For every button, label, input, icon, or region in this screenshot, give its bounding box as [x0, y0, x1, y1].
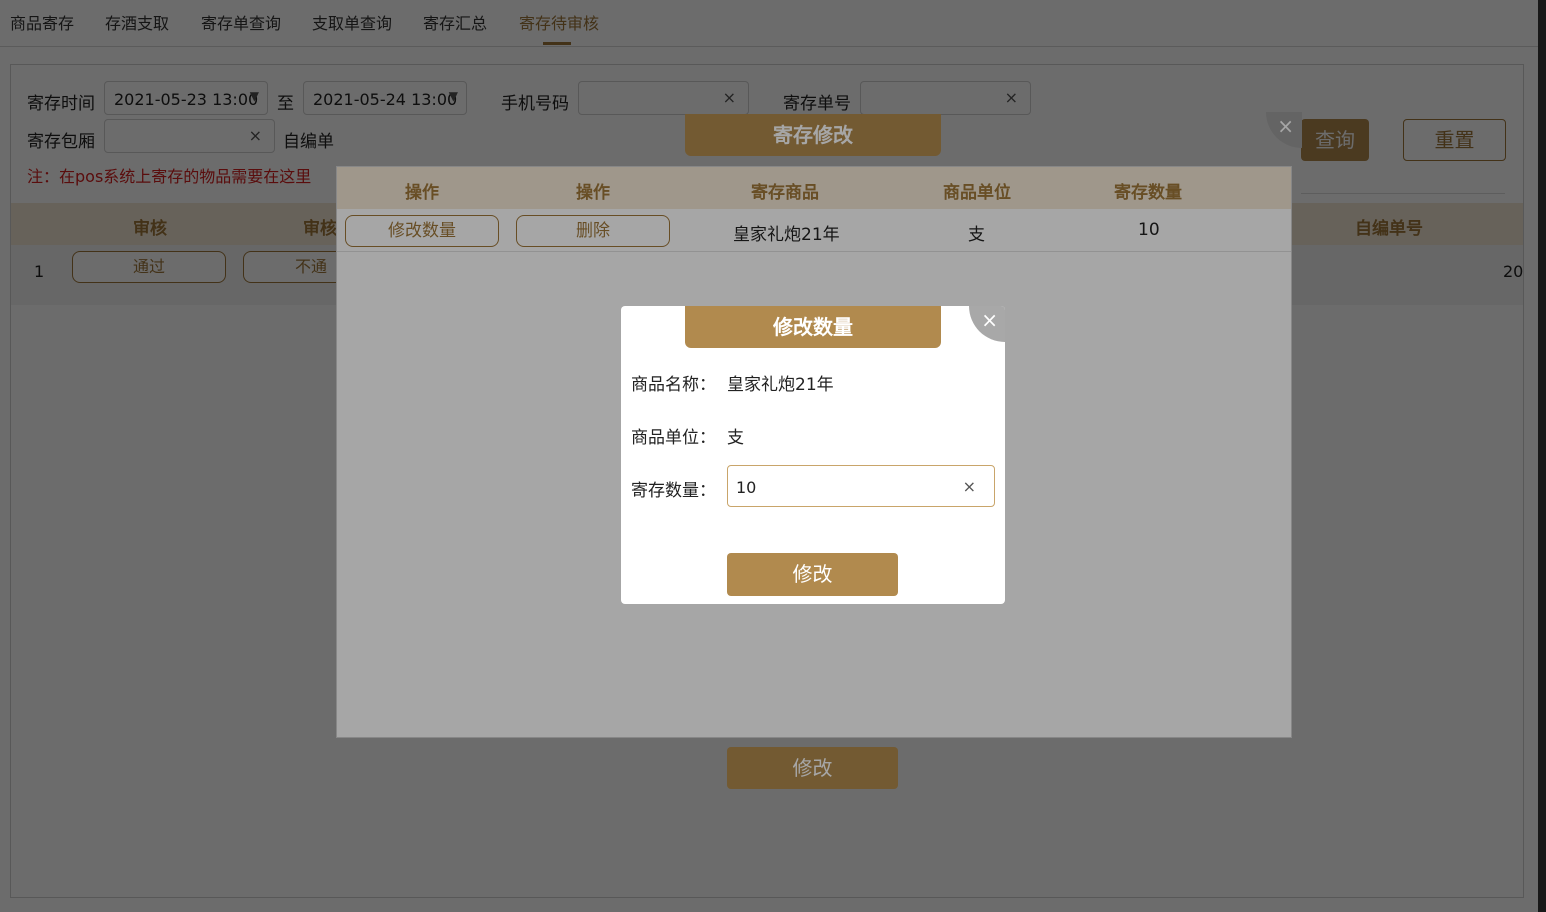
dialog-submit-button[interactable]: 修改 — [727, 553, 898, 596]
product-name-value: 皇家礼炮21年 — [727, 375, 834, 395]
deposit-qty-input[interactable]: 10 × — [727, 465, 995, 507]
clear-icon[interactable]: × — [963, 477, 976, 496]
product-name-label: 商品名称： — [631, 375, 716, 395]
deposit-qty-value: 10 — [736, 478, 757, 497]
product-unit-label: 商品单位： — [631, 428, 716, 448]
product-unit-value: 支 — [727, 428, 744, 448]
deposit-qty-label: 寄存数量： — [631, 481, 716, 501]
dialog-title: 修改数量 — [685, 306, 941, 348]
modify-qty-dialog: 修改数量 × 商品名称： 皇家礼炮21年 商品单位： 支 寄存数量： 10 × … — [621, 306, 1005, 604]
close-icon[interactable]: × — [969, 306, 1005, 342]
